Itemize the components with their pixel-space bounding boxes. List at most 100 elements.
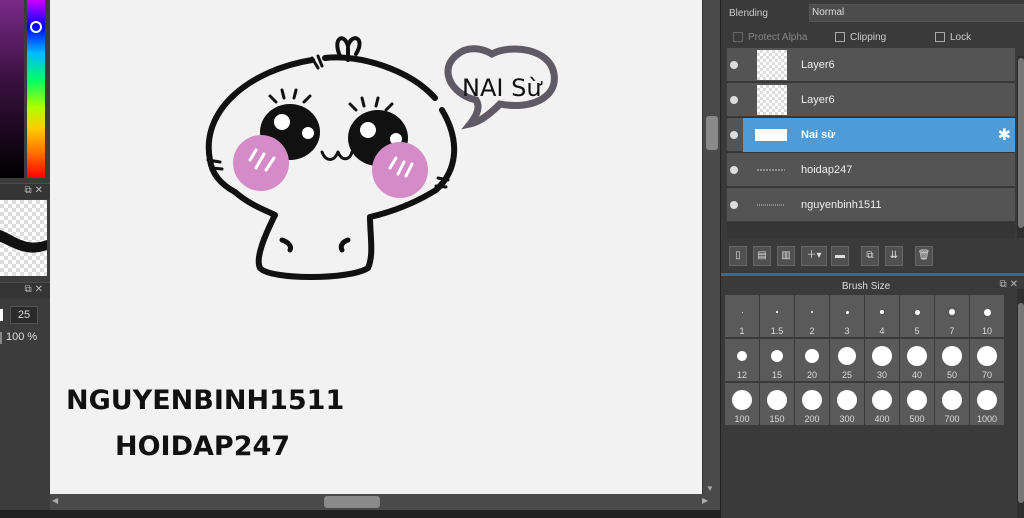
- brush-size-label: 7: [949, 326, 955, 336]
- visibility-eye-icon[interactable]: [730, 166, 738, 174]
- delete-layer-icon[interactable]: 🗑: [915, 246, 933, 266]
- brush-size-label: 1: [739, 326, 745, 336]
- visibility-eye-icon[interactable]: [730, 96, 738, 104]
- brush-size-scrollbar[interactable]: [1017, 289, 1024, 518]
- new-layer-8bit-icon[interactable]: ▤: [753, 246, 771, 266]
- brush-size-scroll-thumb[interactable]: [1018, 303, 1024, 503]
- brush-size-option[interactable]: 40: [900, 339, 934, 381]
- scroll-down-arrow-icon[interactable]: ▼: [706, 484, 714, 493]
- visibility-eye-icon[interactable]: [730, 131, 738, 139]
- clipping-option[interactable]: Clipping: [835, 30, 886, 44]
- canvas-vertical-scroll-thumb[interactable]: [706, 116, 718, 150]
- layer-list-scroll-thumb[interactable]: [1018, 58, 1024, 228]
- layer-row-body[interactable]: hoidap247: [743, 153, 1015, 187]
- layer-row[interactable]: Layer6: [727, 48, 1015, 82]
- brush-size-label: 5: [914, 326, 920, 336]
- panel-divider[interactable]: [721, 273, 1024, 276]
- layer-row[interactable]: Layer6: [727, 83, 1015, 117]
- brush-size-option[interactable]: 3: [830, 295, 864, 337]
- brush-size-option[interactable]: 15: [760, 339, 794, 381]
- layer-row-body[interactable]: Layer6: [743, 48, 1015, 82]
- layer-row-selected[interactable]: Nai sừ ✱: [727, 118, 1015, 152]
- brush-size-option[interactable]: 10: [970, 295, 1004, 337]
- brush-size-dot: [949, 309, 955, 315]
- brush-size-option[interactable]: 500: [900, 383, 934, 425]
- brush-size-option[interactable]: 70: [970, 339, 1004, 381]
- gear-icon[interactable]: ✱: [998, 125, 1011, 145]
- layer-thumbnail: [755, 165, 787, 175]
- brush-size-dot: [737, 351, 747, 361]
- layer-list-scrollbar[interactable]: [1017, 56, 1024, 238]
- panel-popout-close-icons[interactable]: ⧉✕: [24, 284, 46, 295]
- brush-size-option[interactable]: 20: [795, 339, 829, 381]
- add-layer-dropdown-icon[interactable]: ＋▾: [801, 246, 827, 266]
- brush-size-label: 400: [874, 414, 890, 424]
- protect-alpha-checkbox[interactable]: [733, 32, 743, 42]
- layer-thumbnail: [757, 50, 787, 80]
- brush-size-option[interactable]: 7: [935, 295, 969, 337]
- layer-name: hoidap247: [801, 164, 853, 176]
- brush-size-option[interactable]: 150: [760, 383, 794, 425]
- canvas-horizontal-scroll-thumb[interactable]: [324, 496, 380, 508]
- lock-checkbox[interactable]: [935, 32, 945, 42]
- canvas-horizontal-scrollbar[interactable]: ◀ ▶: [50, 494, 720, 510]
- canvas-vertical-scrollbar[interactable]: ▼: [702, 0, 720, 494]
- speech-bubble-text: NAI Sừ: [462, 74, 542, 102]
- scroll-left-arrow-icon[interactable]: ◀: [52, 496, 58, 505]
- clipping-label: Clipping: [850, 31, 887, 43]
- layer-row-body[interactable]: nguyenbinh1511: [743, 188, 1015, 222]
- brush-size-label: 3: [844, 326, 850, 336]
- brush-size-option[interactable]: 300: [830, 383, 864, 425]
- drawing-canvas[interactable]: NAI Sừ NGUYENBINH1511 HOIDAP247: [50, 0, 702, 494]
- brush-size-label: 25: [841, 370, 852, 380]
- new-layer-1bit-icon[interactable]: ▥: [777, 246, 795, 266]
- panel-popout-close-icons[interactable]: ⧉✕: [24, 185, 46, 196]
- new-layer-icon[interactable]: ▯: [729, 246, 747, 266]
- scroll-right-arrow-icon[interactable]: ▶: [702, 496, 708, 505]
- layer-list: Layer6 Layer6 Nai sừ ✱ hoidap247 nguyenb…: [727, 48, 1015, 238]
- visibility-eye-icon[interactable]: [730, 201, 738, 209]
- duplicate-layer-icon[interactable]: ⧉: [861, 246, 879, 266]
- folder-icon[interactable]: ▬: [831, 246, 849, 266]
- visibility-eye-icon[interactable]: [730, 61, 738, 69]
- brush-size-field[interactable]: 25: [10, 306, 38, 324]
- merge-layer-icon[interactable]: ⇊: [885, 246, 903, 266]
- layer-row-body[interactable]: Layer6: [743, 83, 1015, 117]
- brush-size-dot: [838, 347, 856, 365]
- brush-size-dot: [771, 350, 783, 362]
- brush-size-title: Brush Size: [841, 281, 891, 292]
- brush-size-option[interactable]: 50: [935, 339, 969, 381]
- protect-alpha-option[interactable]: Protect Alpha: [733, 30, 807, 44]
- layer-thumbnail: [757, 85, 787, 115]
- brush-size-option[interactable]: 4: [865, 295, 899, 337]
- blending-mode-select[interactable]: Normal: [809, 4, 1024, 22]
- opacity-slider-marker[interactable]: [0, 332, 2, 344]
- layer-row-body[interactable]: Nai sừ ✱: [743, 118, 1015, 152]
- brush-size-option[interactable]: 5: [900, 295, 934, 337]
- brush-size-option[interactable]: 1: [725, 295, 759, 337]
- clipping-checkbox[interactable]: [835, 32, 845, 42]
- brush-size-label: 50: [946, 370, 957, 380]
- brush-size-option[interactable]: 1.5: [760, 295, 794, 337]
- layer-toolbar: ▯ ▤ ▥ ＋▾ ▬ ⧉ ⇊ 🗑: [727, 246, 1024, 268]
- lock-option[interactable]: Lock: [935, 30, 971, 44]
- brush-size-option[interactable]: 400: [865, 383, 899, 425]
- size-slider-marker[interactable]: [0, 309, 3, 321]
- brush-opacity-field[interactable]: 100 %: [6, 331, 37, 343]
- hue-marker[interactable]: [30, 21, 42, 33]
- brush-size-option[interactable]: 100: [725, 383, 759, 425]
- brush-size-label: 500: [909, 414, 925, 424]
- brush-panel-header: ⧉✕: [0, 183, 50, 199]
- brush-size-option[interactable]: 200: [795, 383, 829, 425]
- color-saturation-area[interactable]: [0, 0, 24, 178]
- brush-size-option[interactable]: 700: [935, 383, 969, 425]
- left-tool-panel: ⧉✕ ⧉✕ 25 100 %: [0, 0, 50, 518]
- brush-size-option[interactable]: 12: [725, 339, 759, 381]
- brush-size-option[interactable]: 25: [830, 339, 864, 381]
- layer-row[interactable]: nguyenbinh1511: [727, 188, 1015, 222]
- brush-size-option[interactable]: 2: [795, 295, 829, 337]
- color-picker[interactable]: [0, 0, 50, 178]
- brush-size-option[interactable]: 1000: [970, 383, 1004, 425]
- layer-row[interactable]: hoidap247: [727, 153, 1015, 187]
- brush-size-option[interactable]: 30: [865, 339, 899, 381]
